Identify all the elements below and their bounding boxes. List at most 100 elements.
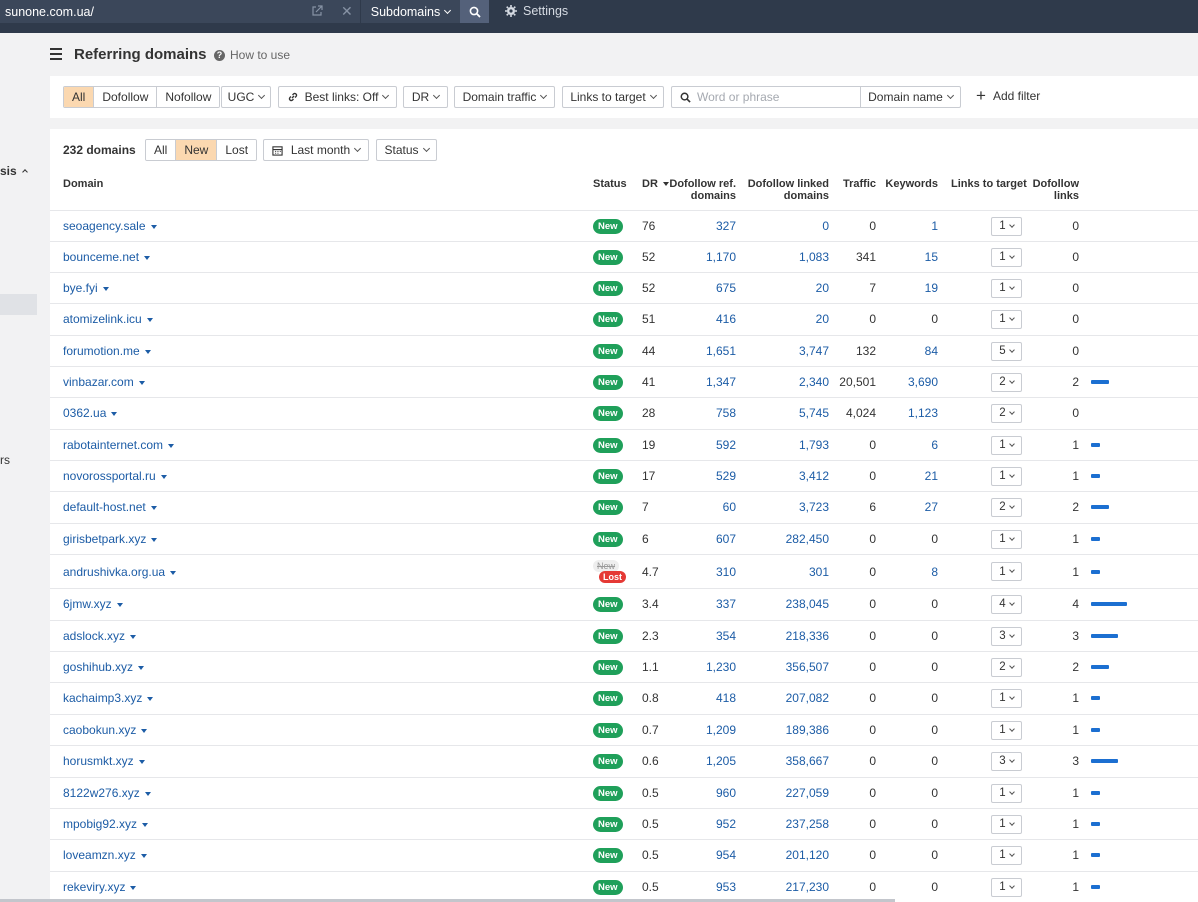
linked-domains[interactable]: 3,412 [742,461,829,491]
domain-link[interactable]: rekeviry.xyz [63,872,137,902]
links-to-target-dropdown[interactable]: 1 [991,814,1022,834]
ref-domains[interactable]: 1,170 [656,242,736,272]
ref-domains[interactable]: 592 [656,430,736,460]
linked-domains[interactable]: 282,450 [742,524,829,554]
linked-domains[interactable]: 1,083 [742,242,829,272]
domain-link[interactable]: novorossportal.ru [63,461,167,491]
col-domain[interactable]: Domain [63,178,103,190]
ref-domains[interactable]: 1,230 [656,652,736,682]
linked-domains[interactable]: 356,507 [742,652,829,682]
ref-domains[interactable]: 758 [656,398,736,428]
links-to-target-dropdown[interactable]: 3 [991,751,1022,771]
caret-down-icon[interactable] [144,256,151,260]
domain-link[interactable]: mpobig92.xyz [63,809,149,839]
target-url-field[interactable]: sunone.com.ua/ ✕ [0,0,360,23]
linked-domains[interactable]: 5,745 [742,398,829,428]
links-to-target-dropdown[interactable]: 3 [991,626,1022,646]
ref-domains[interactable]: 418 [656,683,736,713]
linked-domains[interactable]: 218,336 [742,621,829,651]
col-dofollow-linked-domains[interactable]: Dofollow linked domains [742,178,829,202]
domain-link[interactable]: loveamzn.xyz [63,840,147,870]
domain-link[interactable]: bounceme.net [63,242,151,272]
domain-link[interactable]: goshihub.xyz [63,652,145,682]
keywords[interactable]: 3,690 [880,367,938,397]
keywords[interactable]: 19 [880,273,938,303]
tab-lost[interactable]: Lost [217,140,257,160]
add-filter-button[interactable]: + Add filter [976,87,1040,104]
period-dropdown[interactable]: Last month [263,139,369,161]
ref-domains[interactable]: 1,209 [656,715,736,745]
linked-domains[interactable]: 0 [742,211,829,241]
linked-domains[interactable]: 237,258 [742,809,829,839]
ref-domains[interactable]: 60 [656,492,736,522]
links-to-target-dropdown[interactable]: 1 [991,688,1022,708]
status-dropdown[interactable]: Status [376,139,437,161]
search-field[interactable] [671,86,861,108]
caret-down-icon[interactable] [138,666,145,670]
settings-button[interactable]: Settings [505,4,568,18]
domain-link[interactable]: andrushivka.org.ua [63,555,177,588]
caret-down-icon[interactable] [130,886,137,890]
domain-link[interactable]: rabotainternet.com [63,430,175,460]
sidebar-item-selected[interactable] [0,294,37,315]
links-to-target-dropdown[interactable]: 2 [991,403,1022,423]
links-to-target-dropdown[interactable]: Links to target [562,86,664,108]
col-dofollow-ref-domains[interactable]: Dofollow ref. domains [656,178,736,202]
caret-down-icon[interactable] [146,318,153,322]
linked-domains[interactable]: 3,723 [742,492,829,522]
ref-domains[interactable]: 952 [656,809,736,839]
keywords[interactable]: 1,123 [880,398,938,428]
domain-traffic-dropdown[interactable]: Domain traffic [454,86,555,108]
keywords[interactable]: 27 [880,492,938,522]
search-button[interactable] [460,0,489,23]
ref-domains[interactable]: 954 [656,840,736,870]
domain-link[interactable]: seoagency.sale [63,211,157,241]
external-link-icon[interactable] [311,5,323,17]
domain-link[interactable]: 0362.ua [63,398,118,428]
domain-link[interactable]: girisbetpark.xyz [63,524,158,554]
linked-domains[interactable]: 3,747 [742,336,829,366]
caret-down-icon[interactable] [141,729,148,733]
ugc-dropdown[interactable]: UGC [221,86,271,108]
caret-down-icon[interactable] [160,475,167,479]
domain-link[interactable]: 6jmw.xyz [63,589,123,619]
col-links-to-target[interactable]: Links to target [951,178,1027,190]
linked-domains[interactable]: 2,340 [742,367,829,397]
links-to-target-dropdown[interactable]: 1 [991,435,1022,455]
domain-link[interactable]: adslock.xyz [63,621,137,651]
linked-domains[interactable]: 20 [742,304,829,334]
caret-down-icon[interactable] [142,823,149,827]
keywords[interactable]: 6 [880,430,938,460]
links-to-target-dropdown[interactable]: 1 [991,529,1022,549]
linked-domains[interactable]: 227,059 [742,778,829,808]
links-to-target-dropdown[interactable]: 2 [991,497,1022,517]
filter-dofollow[interactable]: Dofollow [94,87,158,107]
col-traffic[interactable]: Traffic [830,178,876,190]
dr-dropdown[interactable]: DR [403,86,448,108]
linked-domains[interactable]: 201,120 [742,840,829,870]
ref-domains[interactable]: 1,651 [656,336,736,366]
links-to-target-dropdown[interactable]: 2 [991,657,1022,677]
search-input[interactable] [697,90,847,104]
ref-domains[interactable]: 953 [656,872,736,902]
linked-domains[interactable]: 1,793 [742,430,829,460]
caret-down-icon[interactable] [150,506,157,510]
sidebar-section-toggle[interactable]: sis [0,164,28,178]
caret-down-icon[interactable] [111,412,118,416]
filter-nofollow[interactable]: Nofollow [157,87,220,107]
col-status[interactable]: Status [593,178,627,190]
linked-domains[interactable]: 358,667 [742,746,829,776]
linked-domains[interactable]: 301 [742,555,829,588]
ref-domains[interactable]: 960 [656,778,736,808]
domain-link[interactable]: kachaimp3.xyz [63,683,154,713]
caret-down-icon[interactable] [138,381,145,385]
keywords[interactable]: 15 [880,242,938,272]
domain-link[interactable]: caobokun.xyz [63,715,148,745]
domain-link[interactable]: default-host.net [63,492,157,522]
ref-domains[interactable]: 1,347 [656,367,736,397]
col-keywords[interactable]: Keywords [880,178,938,190]
links-to-target-dropdown[interactable]: 1 [991,783,1022,803]
tab-all[interactable]: All [146,140,177,160]
caret-down-icon[interactable] [147,697,154,701]
links-to-target-dropdown[interactable]: 1 [991,216,1022,236]
